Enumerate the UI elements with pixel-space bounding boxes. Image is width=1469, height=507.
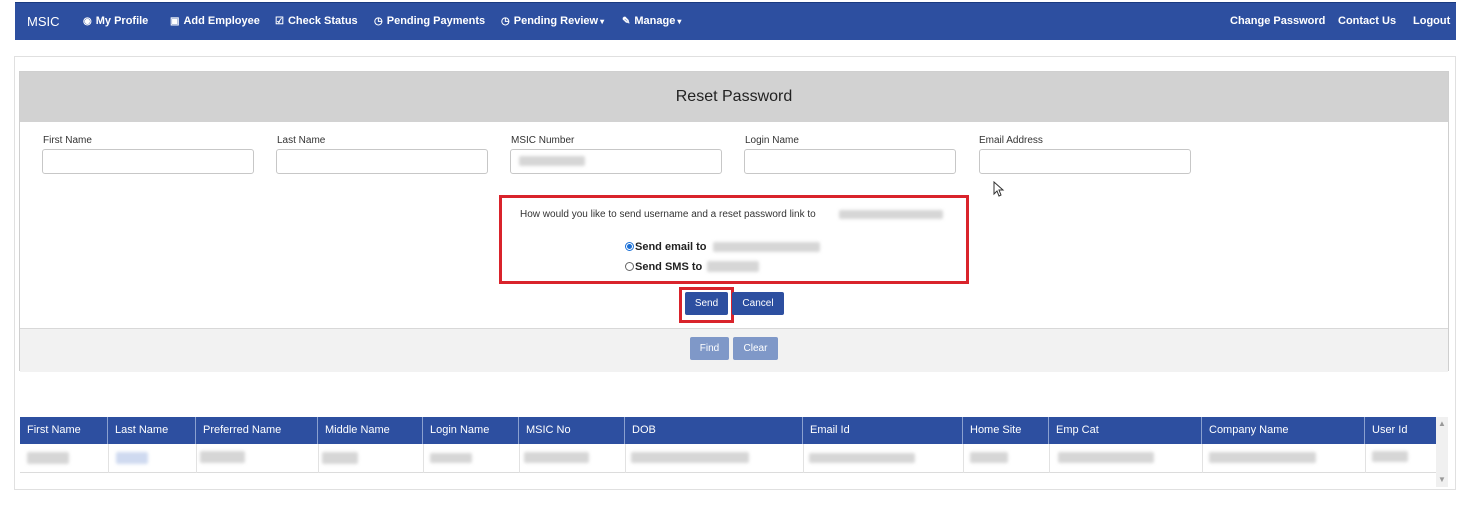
user-circle-icon: ◉ xyxy=(83,16,92,27)
brand-link[interactable]: MSIC xyxy=(27,3,60,40)
redacted-email xyxy=(713,242,820,252)
redacted-cell xyxy=(27,452,69,464)
redacted-cell xyxy=(1372,451,1408,462)
redacted-cell xyxy=(524,452,589,463)
nav-contact-us[interactable]: Contact Us xyxy=(1338,3,1396,40)
send-sms-label[interactable]: Send SMS to xyxy=(635,261,702,273)
col-dob[interactable]: DOB xyxy=(625,417,803,444)
redacted-cell xyxy=(1209,452,1316,463)
email-address-input[interactable] xyxy=(979,149,1191,174)
send-button[interactable]: Send xyxy=(685,292,728,315)
check-square-icon: ☑ xyxy=(275,16,284,27)
nav-my-profile[interactable]: ◉ My Profile xyxy=(83,3,148,40)
col-emp-cat[interactable]: Emp Cat xyxy=(1049,417,1202,444)
id-card-icon: ▣ xyxy=(170,16,180,27)
col-login-name[interactable]: Login Name xyxy=(423,417,519,444)
col-middle-name[interactable]: Middle Name xyxy=(318,417,423,444)
nav-change-password[interactable]: Change Password xyxy=(1230,3,1325,40)
scroll-down-icon[interactable]: ▼ xyxy=(1436,475,1448,484)
send-email-label[interactable]: Send email to xyxy=(635,241,707,253)
clock-icon: ◷ xyxy=(374,16,383,27)
redacted-recipient xyxy=(839,210,943,219)
msic-number-label: MSIC Number xyxy=(511,135,575,146)
redacted-cell xyxy=(809,453,915,463)
first-name-input[interactable] xyxy=(42,149,254,174)
col-preferred-name[interactable]: Preferred Name xyxy=(196,417,318,444)
nav-add-employee[interactable]: ▣ Add Employee xyxy=(170,3,260,40)
col-company-name[interactable]: Company Name xyxy=(1202,417,1365,444)
nav-pending-review[interactable]: ◷ Pending Review ▾ xyxy=(501,3,604,40)
last-name-input[interactable] xyxy=(276,149,488,174)
col-email-id[interactable]: Email Id xyxy=(803,417,963,444)
caret-down-icon: ▾ xyxy=(677,17,682,26)
col-first-name[interactable]: First Name xyxy=(20,417,108,444)
redacted-phone xyxy=(707,261,759,272)
redacted-cell xyxy=(970,452,1008,463)
send-email-radio[interactable] xyxy=(625,242,634,251)
last-name-label: Last Name xyxy=(277,135,326,146)
login-name-label: Login Name xyxy=(745,135,799,146)
email-address-label: Email Address xyxy=(979,135,1043,146)
login-name-input[interactable] xyxy=(744,149,956,174)
redacted-cell xyxy=(116,452,148,464)
wrench-icon: ✎ xyxy=(622,16,631,27)
redacted-cell xyxy=(1058,452,1154,463)
first-name-label: First Name xyxy=(43,135,92,146)
redacted-cell xyxy=(430,453,472,463)
nav-logout[interactable]: Logout xyxy=(1413,3,1450,40)
nav-check-status[interactable]: ☑ Check Status xyxy=(275,3,358,40)
redacted-msic-number xyxy=(519,156,585,166)
col-user-id[interactable]: User Id xyxy=(1365,417,1436,444)
redacted-cell xyxy=(200,451,245,463)
nav-manage[interactable]: ✎ Manage ▾ xyxy=(622,3,681,40)
caret-down-icon: ▾ xyxy=(600,17,605,26)
col-home-site[interactable]: Home Site xyxy=(963,417,1049,444)
send-sms-radio[interactable] xyxy=(625,262,634,271)
panel-title: Reset Password xyxy=(20,72,1448,122)
find-button[interactable]: Find xyxy=(690,337,729,360)
scroll-up-icon[interactable]: ▲ xyxy=(1436,419,1448,428)
col-last-name[interactable]: Last Name xyxy=(108,417,196,444)
clear-button[interactable]: Clear xyxy=(733,337,778,360)
clock-icon: ◷ xyxy=(501,16,510,27)
nav-pending-payments[interactable]: ◷ Pending Payments xyxy=(374,3,485,40)
mouse-cursor-icon xyxy=(993,181,1005,197)
col-msic-no[interactable]: MSIC No xyxy=(519,417,625,444)
cancel-button[interactable]: Cancel xyxy=(732,292,784,315)
redacted-cell xyxy=(322,452,358,464)
delivery-question: How would you like to send username and … xyxy=(520,209,816,220)
results-table-header: First Name Last Name Preferred Name Midd… xyxy=(20,417,1436,444)
top-navbar: MSIC ◉ My Profile ▣ Add Employee ☑ Check St… xyxy=(15,2,1456,40)
redacted-cell xyxy=(631,452,749,463)
table-scrollbar[interactable]: ▲ ▼ xyxy=(1436,417,1448,487)
